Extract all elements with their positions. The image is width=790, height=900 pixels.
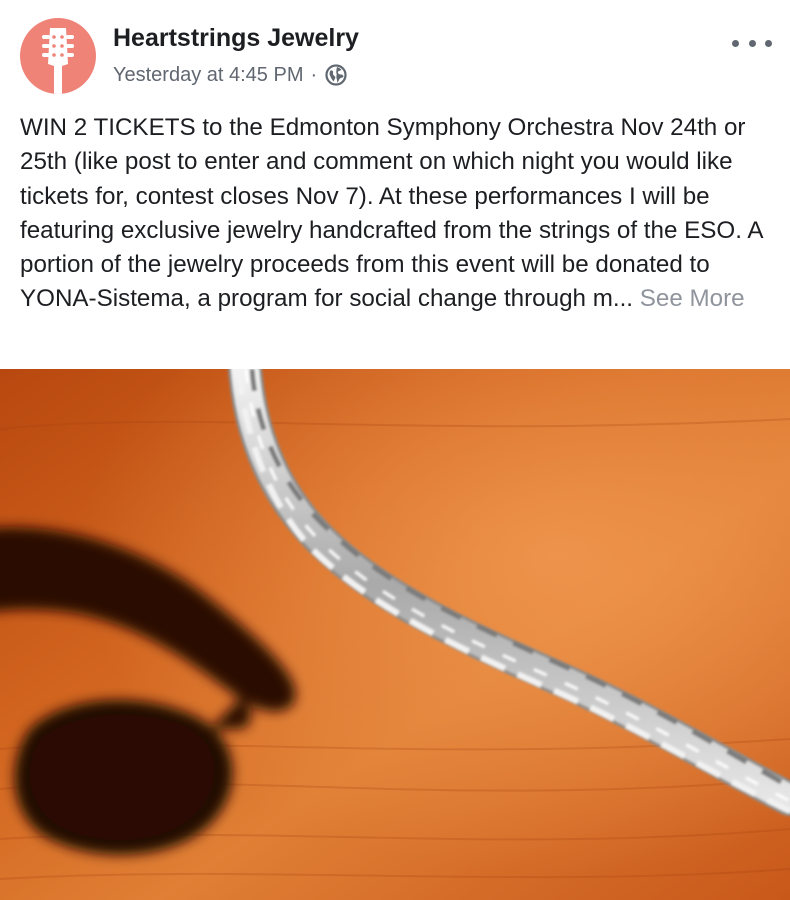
post-photo[interactable] xyxy=(0,369,790,900)
page-avatar[interactable] xyxy=(20,18,96,94)
more-options-button[interactable] xyxy=(732,30,772,56)
post-meta: Yesterday at 4:45 PM · xyxy=(113,61,347,89)
post-timestamp[interactable]: Yesterday at 4:45 PM xyxy=(113,64,304,87)
facebook-post: Heartstrings Jewelry Yesterday at 4:45 P… xyxy=(0,0,790,900)
see-more-link[interactable]: See More xyxy=(640,285,745,312)
braided-string-bracelet-on-violin-image xyxy=(0,369,790,900)
post-text: WIN 2 TICKETS to the Edmonton Symphony O… xyxy=(20,111,772,317)
post-header: Heartstrings Jewelry Yesterday at 4:45 P… xyxy=(0,0,790,104)
guitar-headstock-icon xyxy=(42,28,74,94)
more-dots-icon xyxy=(765,39,772,47)
page-name-link[interactable]: Heartstrings Jewelry xyxy=(113,24,359,53)
meta-separator: · xyxy=(310,63,318,86)
globe-icon[interactable] xyxy=(325,64,347,86)
more-dots-icon xyxy=(732,39,739,47)
more-dots-icon xyxy=(748,39,756,47)
post-body-text: WIN 2 TICKETS to the Edmonton Symphony O… xyxy=(20,114,763,313)
